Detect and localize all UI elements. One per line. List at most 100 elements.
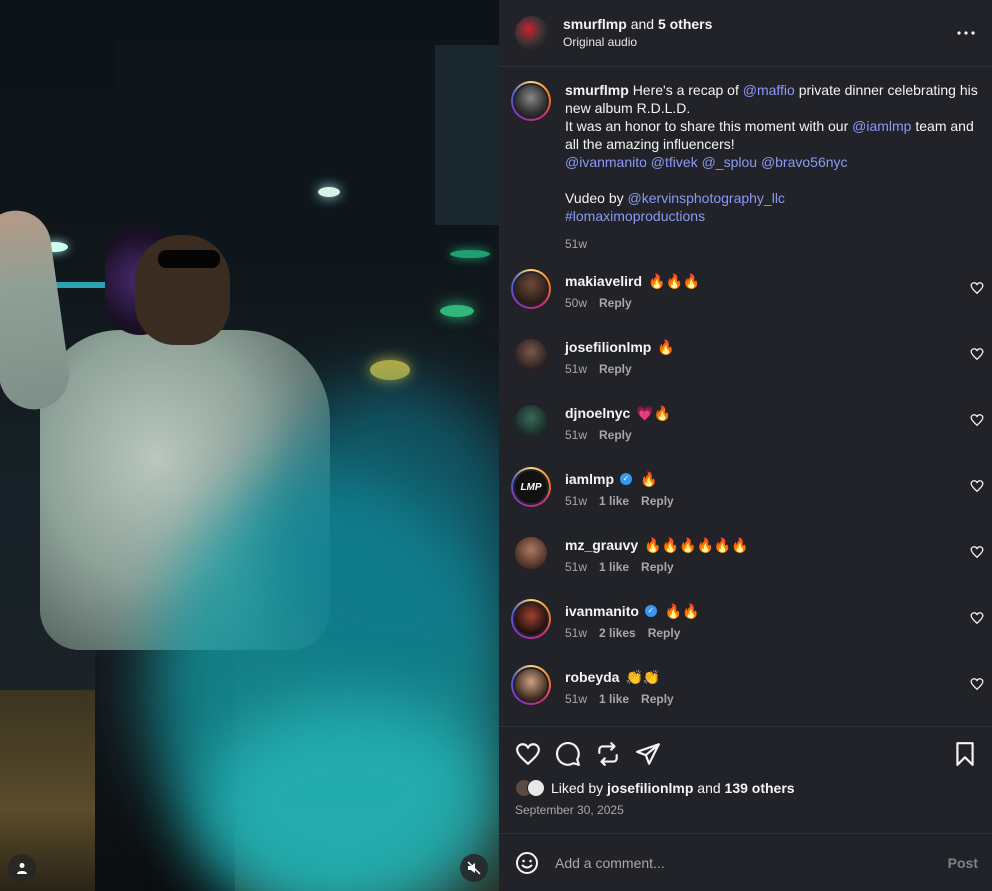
caption-text-part: It was an honor to share this moment wit… <box>565 118 849 134</box>
more-options-button[interactable] <box>954 21 978 45</box>
background-light <box>450 250 490 258</box>
caption-text: smurflmp Here's a recap of @maffio priva… <box>565 81 978 117</box>
comment-row: robeyda 👏👏 51w 1 like Reply <box>499 665 992 726</box>
mention-link[interactable]: @kervinsphotography_llc <box>628 190 785 206</box>
reply-button[interactable]: Reply <box>599 362 632 376</box>
comment-likes[interactable]: 2 likes <box>599 626 636 640</box>
mention-link[interactable]: @iamlmp <box>852 118 911 134</box>
save-bookmark-icon[interactable] <box>952 741 978 767</box>
reply-button[interactable]: Reply <box>641 560 674 574</box>
commenter-avatar-ring[interactable]: iamlmpLMP <box>511 467 551 507</box>
comment-username[interactable]: josefilionlmp <box>565 338 651 356</box>
comment-like-heart-icon[interactable] <box>970 677 984 691</box>
comment-list: makiavelird 🔥🔥🔥 50w Reply josefilionlmp … <box>499 269 992 726</box>
mentions-line[interactable]: @ivanmanito @tfivek @_splou @bravo56nyc <box>565 153 978 171</box>
comment-username[interactable]: djnoelnyc <box>565 404 630 422</box>
comment-body: mz_grauvy 🔥🔥🔥🔥🔥🔥 51w 1 like Reply <box>565 533 980 599</box>
post-viewer: smurflmp and 5 others Original audio smu… <box>0 0 992 891</box>
commenter-avatar-wrap[interactable] <box>511 533 551 573</box>
reply-button[interactable]: Reply <box>648 626 681 640</box>
commenter-avatar <box>515 537 547 569</box>
caption-text-part: Here's a recap of <box>632 82 739 98</box>
comment-like-heart-icon[interactable] <box>970 479 984 493</box>
likes-count-link[interactable]: 139 others <box>725 780 795 796</box>
comment-body: josefilionlmp 🔥 51w Reply <box>565 335 980 401</box>
commenter-avatar-wrap[interactable] <box>511 401 551 441</box>
comment-like-heart-icon[interactable] <box>970 545 984 559</box>
caption-line: It was an honor to share this moment wit… <box>565 117 978 153</box>
commenter-avatar-ring[interactable] <box>511 665 551 705</box>
comment-username[interactable]: mz_grauvy <box>565 536 638 554</box>
comment-time[interactable]: 51w <box>565 494 587 508</box>
repost-icon[interactable] <box>595 741 621 767</box>
caption-time[interactable]: 51w <box>565 235 978 253</box>
mute-toggle-button[interactable] <box>460 854 488 882</box>
background-light <box>370 360 410 380</box>
commenter-avatar <box>515 339 547 371</box>
comment-username[interactable]: iamlmp <box>565 470 614 488</box>
hashtag-link[interactable]: #lomaximoproductions <box>565 207 978 225</box>
like-heart-icon[interactable] <box>515 741 541 767</box>
comment-likes[interactable]: 1 like <box>599 560 629 574</box>
comment-like-heart-icon[interactable] <box>970 413 984 427</box>
header-meta: smurflmp and 5 others Original audio <box>563 15 954 51</box>
comment-row: ivanmanito ✓ 🔥🔥 51w 2 likes Reply <box>499 599 992 665</box>
comment-likes[interactable]: 1 like <box>599 494 629 508</box>
comment-body: makiavelird 🔥🔥🔥 50w Reply <box>565 269 980 335</box>
commenter-avatar <box>513 601 549 637</box>
reply-button[interactable]: Reply <box>599 428 632 442</box>
commenter-avatar-ring[interactable] <box>511 599 551 639</box>
reply-button[interactable]: Reply <box>641 494 674 508</box>
comment-username[interactable]: robeyda <box>565 668 619 686</box>
share-icon[interactable] <box>635 741 661 767</box>
comment-time[interactable]: 51w <box>565 626 587 640</box>
comment-username[interactable]: ivanmanito <box>565 602 639 620</box>
comment-icon[interactable] <box>555 741 581 767</box>
reply-button[interactable]: Reply <box>599 296 632 310</box>
commenter-avatar-wrap[interactable] <box>511 335 551 375</box>
audio-link[interactable]: Original audio <box>563 33 954 51</box>
comment-like-heart-icon[interactable] <box>970 281 984 295</box>
comment-row: djnoelnyc 💗🔥 51w Reply <box>499 401 992 467</box>
video-player[interactable] <box>0 0 499 891</box>
background-light <box>318 187 340 197</box>
comment-text: 🔥🔥 <box>664 603 700 619</box>
and-text: and <box>630 16 655 32</box>
comment-input[interactable] <box>555 854 948 871</box>
credit-label: Vudeo by <box>565 190 624 206</box>
comment-username[interactable]: makiavelird <box>565 272 642 290</box>
comment-time[interactable]: 51w <box>565 428 587 442</box>
comment-body: djnoelnyc 💗🔥 51w Reply <box>565 401 980 467</box>
comment-meta: 51w 1 like Reply <box>565 494 980 508</box>
comment-line: josefilionlmp 🔥 <box>565 338 980 356</box>
caption-username[interactable]: smurflmp <box>565 82 629 98</box>
comment-likes[interactable]: 1 like <box>599 692 629 706</box>
liked-by-label: Liked by <box>551 780 604 796</box>
comment-meta: 50w Reply <box>565 296 980 310</box>
comment-time[interactable]: 51w <box>565 362 587 376</box>
comment-meta: 51w 2 likes Reply <box>565 626 980 640</box>
comment-like-heart-icon[interactable] <box>970 347 984 361</box>
post-comment-button[interactable]: Post <box>948 855 978 871</box>
comment-time[interactable]: 50w <box>565 296 587 310</box>
mention-link[interactable]: @maffio <box>743 82 795 98</box>
comment-row: iamlmpLMP iamlmp ✓ 🔥 51w 1 like Reply <box>499 467 992 533</box>
collaborators-link[interactable]: 5 others <box>658 16 712 32</box>
author-avatar[interactable] <box>515 16 549 50</box>
author-username[interactable]: smurflmp <box>563 16 627 32</box>
emoji-icon[interactable] <box>515 851 539 875</box>
comment-time[interactable]: 51w <box>565 692 587 706</box>
reply-button[interactable]: Reply <box>641 692 674 706</box>
liked-user-link[interactable]: josefilionlmp <box>607 780 693 796</box>
post-date[interactable]: September 30, 2025 <box>515 803 980 817</box>
comment-like-heart-icon[interactable] <box>970 611 984 625</box>
caption-avatar-ring[interactable] <box>511 81 551 121</box>
speaker-muted-icon <box>467 861 481 875</box>
comments-scroll[interactable]: smurflmp Here's a recap of @maffio priva… <box>499 67 992 726</box>
commenter-avatar-ring[interactable] <box>511 269 551 309</box>
caption-credit: Vudeo by @kervinsphotography_llc <box>565 189 978 207</box>
lmp-logo-mark: LMP <box>520 481 542 493</box>
comment-time[interactable]: 51w <box>565 560 587 574</box>
commenter-avatar <box>513 667 549 703</box>
tagged-users-button[interactable] <box>8 854 36 882</box>
